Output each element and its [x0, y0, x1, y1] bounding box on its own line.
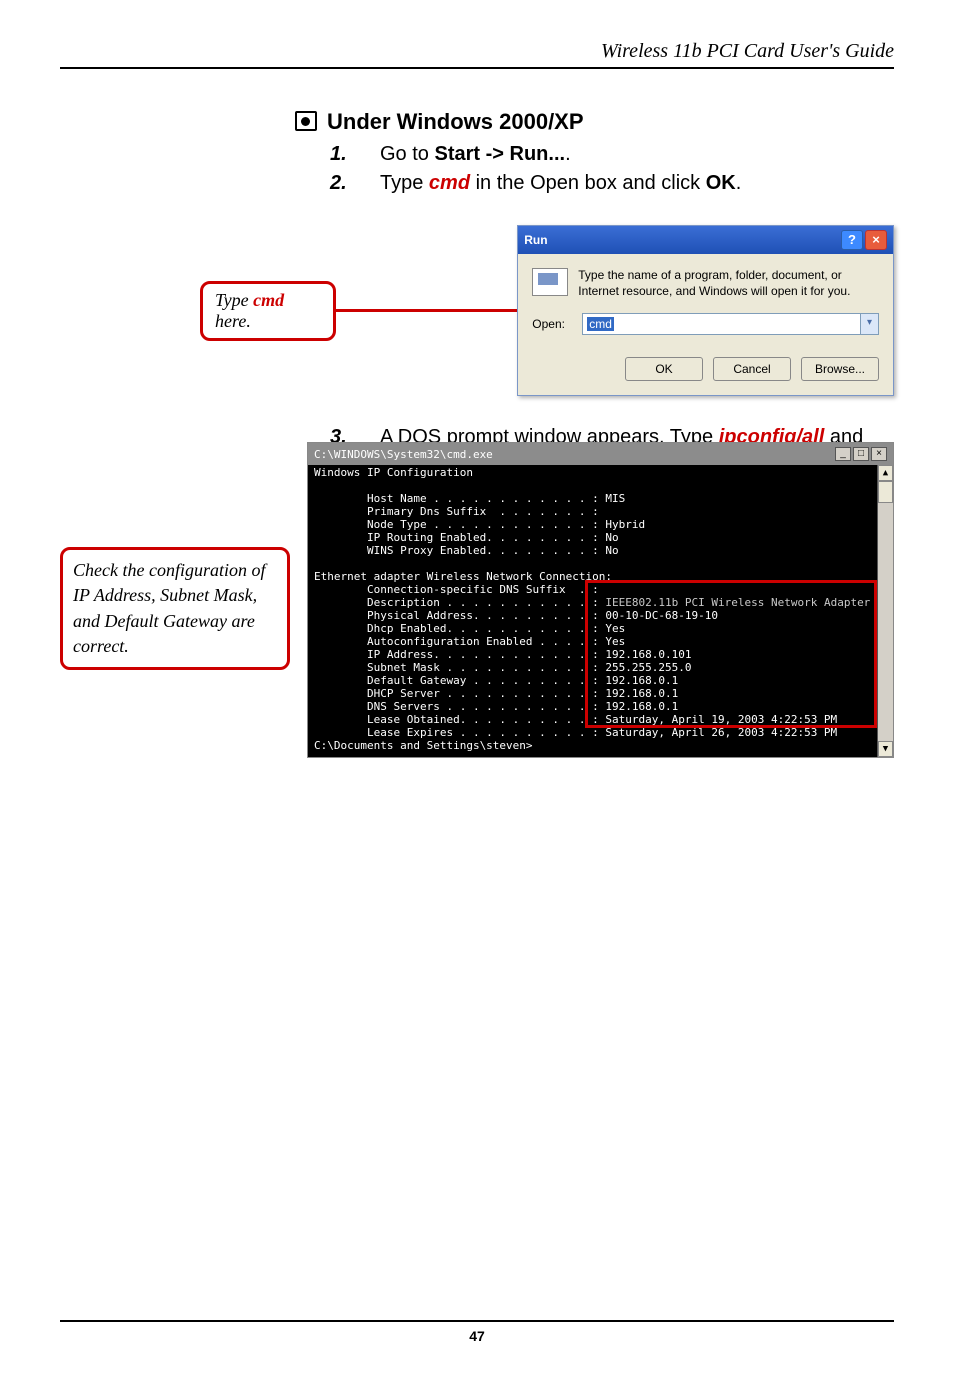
step-2: 2. Type cmd in the Open box and click OK… [330, 172, 894, 195]
open-input-value: cmd [587, 317, 614, 331]
browse-button[interactable]: Browse... [801, 357, 879, 381]
step-1: 1. Go to Start -> Run.... [330, 143, 894, 166]
step-text: Go to Start -> Run.... [380, 143, 894, 166]
section-heading: Under Windows 2000/XP [327, 109, 584, 135]
step-number: 1. [330, 143, 380, 166]
dropdown-arrow-icon[interactable]: ▾ [860, 314, 878, 334]
help-icon[interactable]: ? [841, 230, 863, 250]
open-label: Open: [532, 317, 572, 331]
step-number: 2. [330, 172, 380, 195]
scroll-down-icon[interactable]: ▼ [878, 741, 893, 757]
close-icon[interactable]: × [865, 230, 887, 250]
callout-check-config: Check the configuration of IP Address, S… [60, 547, 290, 670]
text: . [565, 143, 571, 165]
run-titlebar: Run ? × [518, 226, 893, 254]
scrollbar[interactable]: ▲ ▼ [877, 465, 893, 756]
command-text: cmd [429, 172, 470, 194]
text: Type [380, 172, 429, 194]
maximize-icon[interactable]: □ [853, 447, 869, 461]
run-description: Type the name of a program, folder, docu… [578, 268, 879, 299]
close-icon[interactable]: × [871, 447, 887, 461]
run-title: Run [524, 233, 547, 247]
text: in the Open box and click [470, 172, 706, 194]
text: here. [215, 311, 251, 331]
bullet-icon [295, 111, 317, 131]
command-text: cmd [253, 290, 284, 310]
cmd-text: Connection-specific DNS Suffix . : Descr… [314, 583, 605, 609]
cmd-output: Windows IP Configuration Host Name . . .… [308, 465, 893, 756]
cmd-prompt: C:\Documents and Settings\steven> [314, 739, 533, 752]
cancel-button[interactable]: Cancel [713, 357, 791, 381]
minimize-icon[interactable]: _ [835, 447, 851, 461]
bold-text: Start -> Run... [434, 143, 565, 165]
scroll-up-icon[interactable]: ▲ [878, 465, 893, 481]
open-input[interactable]: cmd ▾ [582, 313, 879, 335]
run-dialog: Run ? × Type the name of a program, fold… [517, 225, 894, 396]
callout-cmd-here: Type cmd here. [200, 281, 336, 341]
run-app-icon [532, 268, 568, 296]
cmd-titlebar: C:\WINDOWS\System32\cmd.exe _ □ × [308, 443, 893, 465]
page-footer: 47 [60, 1320, 894, 1344]
cmd-window: C:\WINDOWS\System32\cmd.exe _ □ × Window… [307, 442, 894, 757]
page-number: 47 [469, 1328, 485, 1344]
cmd-text: Physical Address. . . . . . . . . : 00-1… [314, 609, 837, 739]
text: Go to [380, 143, 434, 165]
callout-leader-line [334, 309, 518, 312]
page-header: Wireless 11b PCI Card User's Guide [60, 40, 894, 69]
bold-text: OK [706, 172, 736, 194]
step-text: Type cmd in the Open box and click OK. [380, 172, 894, 195]
cmd-text: Windows IP Configuration Host Name . . .… [314, 466, 645, 583]
ok-button[interactable]: OK [625, 357, 703, 381]
text: Type [215, 290, 253, 310]
cmd-title: C:\WINDOWS\System32\cmd.exe [314, 448, 493, 461]
scroll-thumb[interactable] [878, 481, 893, 503]
text: . [736, 172, 742, 194]
cmd-adapter-desc: IEEE802.11b PCI Wireless Network Adapter [605, 596, 870, 609]
